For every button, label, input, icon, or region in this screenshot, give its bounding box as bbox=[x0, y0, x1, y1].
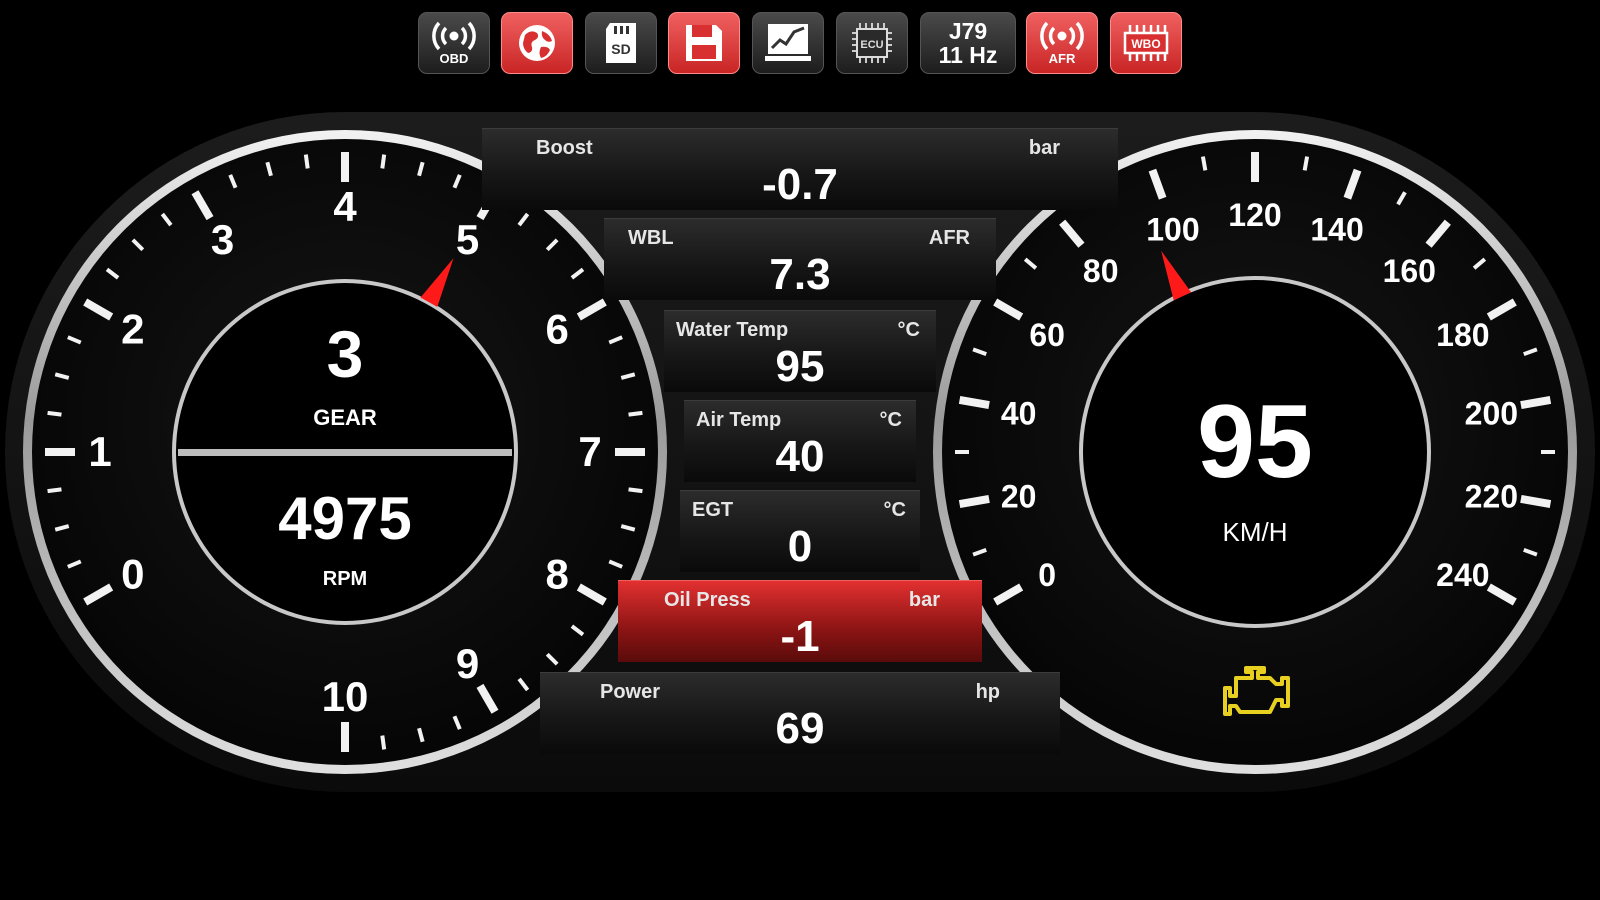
scale-label: 4 bbox=[333, 183, 357, 230]
readout-unit: °C bbox=[883, 499, 906, 521]
scale-label: 9 bbox=[456, 640, 479, 687]
scale-label: 240 bbox=[1436, 557, 1489, 593]
scale-label: 8 bbox=[545, 551, 568, 598]
readout-label: WBL bbox=[628, 227, 674, 249]
readout-boost: Boost bar -0.7 bbox=[482, 128, 1118, 210]
readout-air-temp: Air Temp °C 40 bbox=[684, 400, 916, 482]
readout-unit: °C bbox=[879, 409, 902, 431]
scale-label: 0 bbox=[121, 551, 144, 598]
scale-label: 60 bbox=[1029, 317, 1065, 353]
minor-tick bbox=[380, 154, 387, 169]
readout-egt: EGT °C 0 bbox=[680, 490, 920, 572]
readout-label: EGT bbox=[692, 499, 734, 521]
scale-label: 20 bbox=[1001, 479, 1037, 515]
scale-label: 3 bbox=[211, 216, 234, 263]
scale-label: 10 bbox=[322, 673, 369, 720]
scale-label: 120 bbox=[1228, 197, 1281, 233]
scale-label: 5 bbox=[456, 216, 479, 263]
readout-power: Power hp 69 bbox=[540, 672, 1060, 754]
readout-value: 40 bbox=[775, 432, 825, 481]
scale-label: 1 bbox=[88, 428, 111, 475]
readout-unit: °C bbox=[897, 319, 920, 341]
readout-unit: bar bbox=[908, 589, 940, 611]
scale-label: 6 bbox=[545, 306, 568, 353]
scale-label: 220 bbox=[1465, 479, 1518, 515]
scale-label: 180 bbox=[1436, 317, 1489, 353]
readout-value: 0 bbox=[787, 522, 813, 571]
readout-label: Air Temp bbox=[696, 409, 782, 431]
readout-oil-press: Oil Press bar -1 bbox=[618, 580, 982, 662]
major-tick bbox=[1520, 395, 1552, 410]
rpm-label: RPM bbox=[322, 568, 368, 590]
minor-tick bbox=[380, 735, 387, 750]
readout-value: -0.7 bbox=[762, 160, 838, 209]
readout-unit: hp bbox=[975, 681, 1000, 703]
minor-tick bbox=[628, 487, 643, 494]
readout-wbl: WBL AFR 7.3 bbox=[604, 218, 996, 300]
scale-label: 2 bbox=[121, 306, 144, 353]
readout-unit: bar bbox=[1028, 137, 1060, 159]
speed-unit: KM/H bbox=[1222, 517, 1288, 547]
major-tick bbox=[958, 494, 990, 509]
tach-divider bbox=[178, 449, 512, 456]
readout-label: Oil Press bbox=[664, 589, 751, 611]
minor-tick bbox=[1302, 156, 1310, 171]
scale-label: 200 bbox=[1465, 395, 1518, 431]
major-tick bbox=[1520, 494, 1552, 509]
major-tick bbox=[958, 395, 990, 410]
scale-label: 7 bbox=[578, 428, 601, 475]
scale-label: 0 bbox=[1038, 557, 1056, 593]
gear-label: GEAR bbox=[313, 405, 377, 430]
scale-label: 100 bbox=[1146, 211, 1199, 247]
readout-label: Power bbox=[600, 681, 661, 703]
scale-label: 80 bbox=[1083, 253, 1119, 289]
rpm-value: 4975 bbox=[278, 485, 412, 552]
readout-value: 69 bbox=[775, 704, 825, 753]
scale-label: 160 bbox=[1383, 253, 1436, 289]
minor-tick bbox=[303, 154, 310, 169]
minor-tick bbox=[628, 410, 643, 417]
readout-value: 95 bbox=[775, 342, 825, 391]
readout-value: 7.3 bbox=[769, 250, 831, 299]
minor-tick bbox=[47, 410, 62, 417]
readout-label: Water Temp bbox=[676, 319, 789, 341]
readout-unit: AFR bbox=[928, 227, 970, 249]
minor-tick bbox=[47, 487, 62, 494]
speed-value: 95 bbox=[1197, 384, 1313, 500]
gear-value: 3 bbox=[326, 317, 364, 391]
scale-label: 140 bbox=[1310, 211, 1363, 247]
readout-label: Boost bbox=[536, 137, 593, 159]
readout-value: -1 bbox=[780, 612, 820, 661]
readout-water-temp: Water Temp °C 95 bbox=[664, 310, 936, 392]
minor-tick bbox=[1200, 156, 1208, 171]
scale-label: 40 bbox=[1001, 395, 1037, 431]
